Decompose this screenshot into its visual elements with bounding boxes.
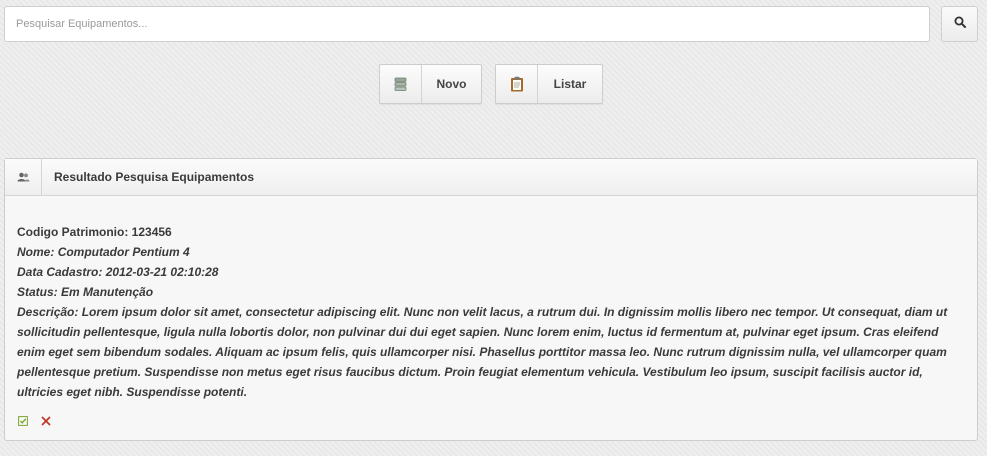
- data-cadastro-row: Data Cadastro: 2012-03-21 02:10:28: [17, 262, 965, 282]
- descricao-row: Descrição: Lorem ipsum dolor sit amet, c…: [17, 302, 965, 402]
- row-actions: [17, 415, 51, 426]
- codigo-label: Codigo Patrimonio:: [17, 225, 129, 239]
- descricao-label: Descrição:: [17, 305, 79, 319]
- nome-row: Nome: Computador Pentium 4: [17, 242, 965, 262]
- nome-label: Nome:: [17, 245, 55, 259]
- database-icon: [380, 65, 422, 103]
- data-cadastro-value: 2012-03-21 02:10:28: [105, 265, 219, 279]
- codigo-row: Codigo Patrimonio: 123456: [17, 222, 965, 242]
- data-cadastro-label: Data Cadastro:: [17, 265, 103, 279]
- clipboard-icon: [496, 65, 538, 103]
- panel-title: Resultado Pesquisa Equipamentos: [54, 170, 255, 184]
- novo-button[interactable]: Novo: [379, 64, 482, 104]
- status-value: Em Manutenção: [61, 285, 154, 299]
- delete-icon[interactable]: [40, 415, 51, 426]
- descricao-value: Lorem ipsum dolor sit amet, consectetur …: [17, 305, 948, 399]
- status-label: Status:: [17, 285, 58, 299]
- listar-label: Listar: [553, 77, 587, 91]
- status-row: Status: Em Manutenção: [17, 282, 965, 302]
- results-panel: Resultado Pesquisa Equipamentos Codigo P…: [4, 158, 978, 441]
- codigo-value: 123456: [131, 225, 172, 239]
- novo-label: Novo: [436, 77, 467, 91]
- nome-value: Computador Pentium 4: [57, 245, 190, 259]
- search-icon: [954, 15, 966, 33]
- search-input[interactable]: [4, 6, 930, 42]
- panel-header: Resultado Pesquisa Equipamentos: [5, 159, 977, 196]
- edit-icon[interactable]: [17, 415, 28, 426]
- result-details: Codigo Patrimonio: 123456 Nome: Computad…: [5, 196, 977, 402]
- users-icon: [5, 159, 42, 195]
- search-button[interactable]: [941, 6, 978, 42]
- listar-button[interactable]: Listar: [495, 64, 603, 104]
